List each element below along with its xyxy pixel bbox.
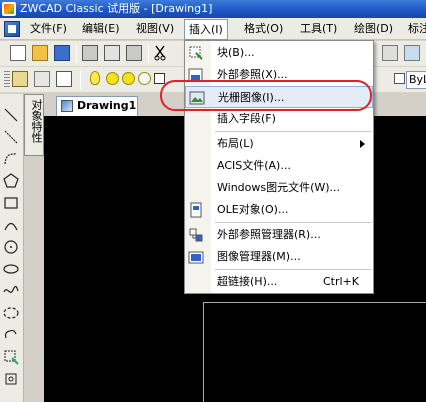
xref-manager-icon [189, 228, 203, 242]
layer-freeze-sun-icon[interactable] [106, 72, 119, 85]
menu-item-image-manager[interactable]: 图像管理器(M)... [185, 246, 373, 268]
drawing-doc-icon [61, 100, 73, 112]
insert-block-tool-icon[interactable] [2, 348, 20, 366]
layer-freeze-viewport-icon[interactable] [122, 72, 135, 85]
open-file-icon[interactable] [32, 45, 48, 61]
pan-icon[interactable] [404, 45, 420, 61]
linetype-select[interactable]: ByL [406, 71, 426, 89]
toolbar-separator [148, 45, 149, 63]
layer-manager-icon[interactable] [12, 71, 28, 87]
window-title: ZWCAD Classic 试用版 - [Drawing1] [20, 2, 213, 15]
menu-dimension[interactable]: 标注 [404, 20, 426, 38]
line-tool-icon[interactable] [2, 106, 20, 124]
ellipse-arc-tool-icon[interactable] [2, 304, 20, 322]
properties-panel-tab[interactable]: 对象特性 [24, 94, 44, 156]
menu-item-windows-metafile[interactable]: Windows图元文件(W)... [185, 177, 373, 199]
menu-bar: 文件(F) 编辑(E) 视图(V) 插入(I) 格式(O) 工具(T) 绘图(D… [0, 18, 426, 40]
app-logo-icon [2, 2, 16, 16]
layer-color-swatch[interactable] [154, 73, 165, 84]
zwcad-window: ZWCAD Classic 试用版 - [Drawing1] 文件(F) 编辑(… [0, 0, 426, 402]
cut-icon[interactable] [154, 45, 166, 61]
layer-lock-icon[interactable] [138, 72, 151, 85]
annotation-highlight-circle [160, 80, 372, 111]
ray-tool-icon[interactable] [2, 128, 20, 146]
draw-tool-palette [0, 94, 24, 402]
menu-insert[interactable]: 插入(I) [184, 19, 228, 40]
menu-format[interactable]: 格式(O) [240, 20, 287, 38]
revision-cloud-tool-icon[interactable] [2, 326, 20, 344]
spline-tool-icon[interactable] [2, 282, 20, 300]
block-icon [189, 46, 203, 60]
publish-icon[interactable] [126, 45, 142, 61]
print-icon[interactable] [82, 45, 98, 61]
layer-states-icon[interactable] [34, 71, 50, 87]
menu-item-ole-object[interactable]: OLE对象(O)... [185, 199, 373, 221]
viewport-frame [203, 302, 426, 402]
ellipse-tool-icon[interactable] [2, 260, 20, 278]
toolbar-separator [76, 45, 77, 63]
menu-separator [215, 222, 371, 223]
hyperlink-shortcut: Ctrl+K [322, 275, 359, 288]
drawing-tab[interactable]: Drawing1 [56, 96, 138, 116]
layer-properties-icon[interactable] [56, 71, 72, 87]
ole-icon [190, 202, 202, 218]
make-block-tool-icon[interactable] [2, 370, 20, 388]
polygon-tool-icon[interactable] [2, 172, 20, 190]
menu-item-xref-manager[interactable]: 外部参照管理器(R)... [185, 224, 373, 246]
menu-separator [215, 131, 371, 132]
document-system-icon[interactable] [4, 21, 20, 37]
rectangle-tool-icon[interactable] [2, 194, 20, 212]
insert-menu-dropdown: 块(B)... 外部参照(X)... 光栅图像(I)... 插入字段(F) 布局… [184, 40, 374, 294]
menu-item-hyperlink[interactable]: 超链接(H)... Ctrl+K [185, 271, 373, 293]
toolbar-grip[interactable] [4, 71, 10, 87]
menu-view[interactable]: 视图(V) [132, 20, 178, 38]
title-bar: ZWCAD Classic 试用版 - [Drawing1] [0, 0, 426, 18]
menu-item-block[interactable]: 块(B)... [185, 42, 373, 64]
menu-item-acis-file[interactable]: ACIS文件(A)... [185, 155, 373, 177]
submenu-arrow-icon [360, 140, 365, 148]
new-file-icon[interactable] [10, 45, 26, 61]
save-icon[interactable] [54, 45, 70, 61]
layer-on-bulb-icon[interactable] [90, 71, 100, 85]
zoom-icon[interactable] [382, 45, 398, 61]
menu-draw[interactable]: 绘图(D) [350, 20, 397, 38]
menu-tools[interactable]: 工具(T) [296, 20, 341, 38]
menu-item-insert-field[interactable]: 插入字段(F) [185, 108, 373, 130]
menu-edit[interactable]: 编辑(E) [78, 20, 124, 38]
polyline-tool-icon[interactable] [2, 150, 20, 168]
drawing-tab-label: Drawing1 [77, 99, 137, 112]
menu-item-layout[interactable]: 布局(L) [185, 133, 373, 155]
properties-panel-label: 对象特性 [30, 99, 43, 143]
image-manager-icon [188, 251, 204, 264]
arc-tool-icon[interactable] [2, 216, 20, 234]
linetype-color-box[interactable] [394, 73, 405, 84]
print-preview-icon[interactable] [104, 45, 120, 61]
menu-separator [215, 269, 371, 270]
menu-file[interactable]: 文件(F) [26, 20, 71, 38]
circle-tool-icon[interactable] [2, 238, 20, 256]
toolbar-separator [80, 71, 81, 89]
